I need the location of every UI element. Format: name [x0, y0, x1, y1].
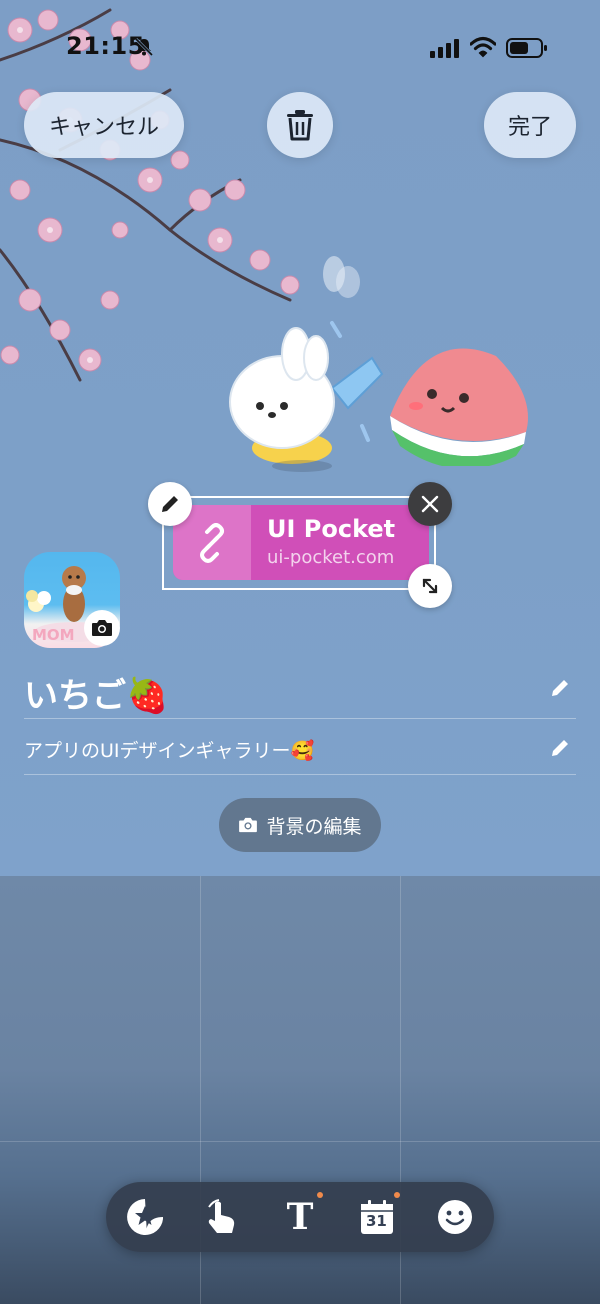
link-title: UI Pocket [267, 515, 396, 543]
sticker-remove-button[interactable] [408, 482, 452, 526]
sticker-edit-button[interactable] [148, 482, 192, 526]
divider [24, 718, 576, 719]
new-badge-dot [394, 1192, 400, 1198]
watermelon-sticker[interactable] [386, 336, 532, 466]
decoration-toolbar: T 31 [106, 1182, 494, 1252]
delete-button[interactable] [267, 92, 333, 158]
sticker-resize-handle[interactable] [408, 564, 452, 608]
calendar-tool-button[interactable]: 31 [356, 1192, 400, 1238]
profile-bio: アプリのUIデザインギャラリー🥰 [24, 740, 315, 762]
calendar-day: 31 [366, 1212, 387, 1230]
text-icon: T [286, 1196, 314, 1238]
resize-icon [422, 578, 438, 594]
battery-icon [506, 38, 547, 58]
trash-icon [287, 110, 313, 141]
close-icon [421, 495, 439, 513]
edit-background-label: 背景の編集 [266, 815, 362, 838]
status-bar: 21:15 [0, 0, 600, 96]
camera-icon [239, 817, 258, 833]
camera-icon [92, 620, 112, 636]
bunny-sticker[interactable] [222, 318, 392, 476]
tap-icon [208, 1199, 235, 1233]
avatar-camera-button[interactable] [84, 610, 120, 646]
cellular-signal-icon [430, 39, 459, 58]
done-button[interactable]: 完了 [484, 92, 576, 158]
cancel-button[interactable]: キャンセル [24, 92, 184, 158]
bell-muted-icon [134, 37, 154, 57]
edit-bio-icon[interactable] [549, 737, 571, 759]
pencil-icon [162, 496, 178, 512]
new-badge-dot [317, 1192, 323, 1198]
emoji-icon [438, 1200, 472, 1234]
sticker-tool-button[interactable] [124, 1196, 166, 1238]
edit-background-button[interactable]: 背景の編集 [219, 798, 381, 852]
profile-name: いちご🍓 [24, 676, 169, 716]
text-tool-button[interactable]: T [279, 1192, 323, 1238]
sticker-icon [127, 1199, 163, 1235]
link-url: ui-pocket.com [267, 547, 395, 568]
wifi-icon [470, 36, 496, 58]
link-icon [200, 522, 224, 563]
edit-name-icon[interactable] [549, 677, 571, 699]
link-sticker[interactable]: UI Pocket ui-pocket.com [173, 505, 429, 580]
divider [24, 774, 576, 775]
avatar-mom-text: MOM [32, 626, 75, 644]
tap-tool-button[interactable] [200, 1196, 242, 1238]
grid-divider [0, 1141, 600, 1142]
butterfly-decoration [323, 256, 360, 298]
emoji-tool-button[interactable] [434, 1196, 476, 1238]
